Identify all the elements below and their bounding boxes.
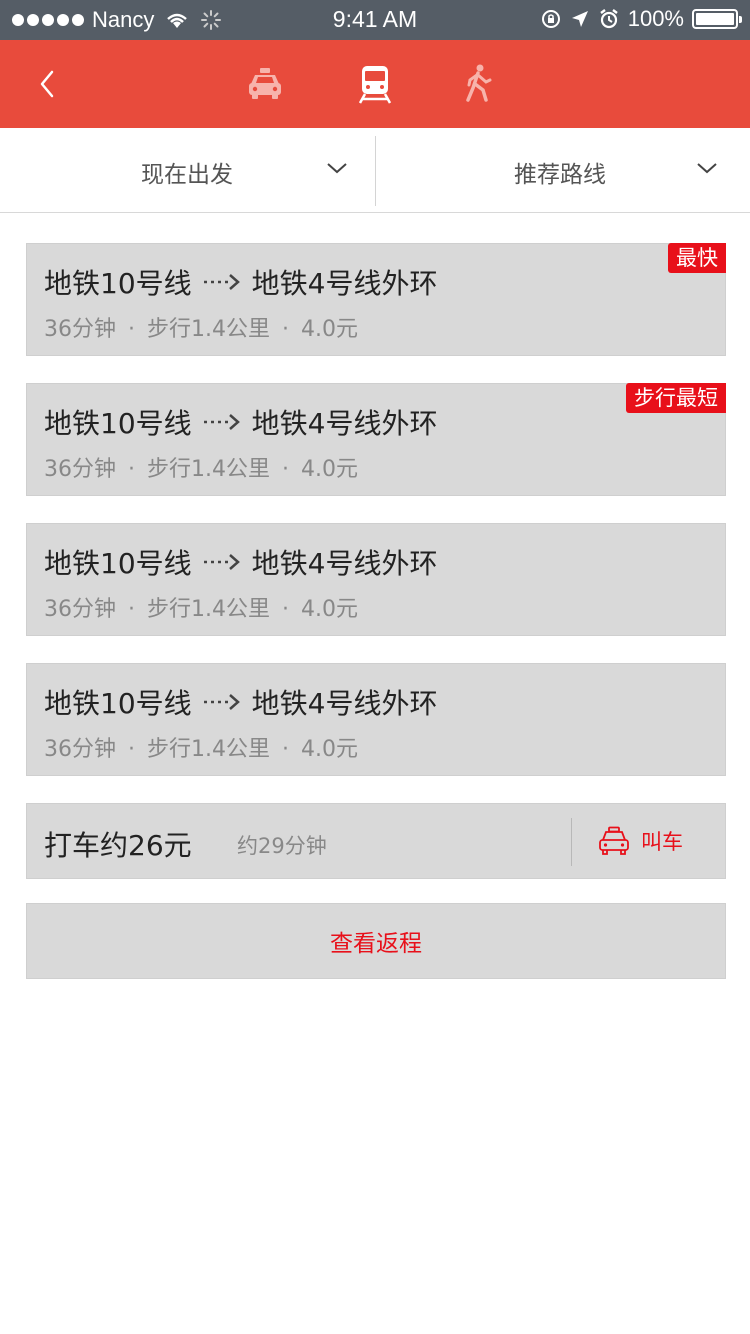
route-title: 地铁10号线 地铁4号线外环: [44, 542, 437, 582]
route-meta: 36分钟 · 步行1.4公里 · 4.0元: [44, 737, 358, 762]
route-walk: 步行1.4公里: [147, 317, 270, 342]
route-badge: 步行最短: [626, 383, 726, 413]
depart-time-dropdown[interactable]: 现在出发: [0, 128, 375, 212]
taxi-time: 约29分钟: [237, 834, 327, 858]
route-walk: 步行1.4公里: [147, 737, 270, 762]
rotation-lock-icon: [541, 10, 560, 28]
transfer-arrow-icon: [203, 274, 240, 290]
transport-mode-bar: [0, 40, 750, 128]
route-card[interactable]: 地铁10号线 地铁4号线外环 36分钟 · 步行1.4公里 · 4.0元: [26, 663, 726, 776]
route-fare: 4.0元: [301, 737, 358, 762]
taxi-option-card: 打车约26元 约29分钟 叫车: [26, 803, 726, 879]
call-taxi-label: 叫车: [641, 830, 683, 854]
status-right: 100%: [540, 6, 742, 32]
route-meta: 36分钟 · 步行1.4公里 · 4.0元: [44, 317, 358, 342]
route-card[interactable]: 地铁10号线 地铁4号线外环 36分钟 · 步行1.4公里 · 4.0元 步行最短: [26, 383, 726, 496]
route-fare: 4.0元: [301, 317, 358, 342]
transfer-arrow-icon: [203, 554, 240, 570]
alarm-clock-icon: [599, 9, 618, 29]
route-badge: 最快: [668, 243, 726, 273]
route-duration: 36分钟: [44, 737, 116, 762]
chevron-down-icon: [327, 163, 347, 174]
route-preference-label: 推荐路线: [514, 162, 606, 188]
depart-time-label: 现在出发: [141, 162, 233, 188]
taxi-icon: [599, 826, 629, 855]
route-title: 地铁10号线 地铁4号线外环: [44, 262, 437, 302]
battery-icon: [692, 9, 742, 29]
route-card[interactable]: 地铁10号线 地铁4号线外环 36分钟 · 步行1.4公里 · 4.0元: [26, 523, 726, 636]
route-to: 地铁4号线外环: [251, 407, 438, 440]
route-from: 地铁10号线: [44, 407, 192, 440]
taxi-icon[interactable]: [243, 62, 287, 106]
route-from: 地铁10号线: [44, 547, 192, 580]
route-walk: 步行1.4公里: [147, 457, 270, 482]
route-meta: 36分钟 · 步行1.4公里 · 4.0元: [44, 457, 358, 482]
call-taxi-button[interactable]: 叫车: [597, 804, 725, 878]
route-duration: 36分钟: [44, 317, 116, 342]
status-bar: Nancy 9:41 AM 100%: [0, 0, 750, 40]
transfer-arrow-icon: [203, 694, 240, 710]
route-to: 地铁4号线外环: [251, 547, 438, 580]
transfer-arrow-icon: [203, 414, 240, 430]
route-from: 地铁10号线: [44, 267, 192, 300]
taxi-price: 打车约26元: [44, 829, 192, 862]
chevron-down-icon: [697, 163, 717, 174]
route-duration: 36分钟: [44, 597, 116, 622]
route-title: 地铁10号线 地铁4号线外环: [44, 402, 437, 442]
route-card[interactable]: 地铁10号线 地铁4号线外环 36分钟 · 步行1.4公里 · 4.0元 最快: [26, 243, 726, 356]
route-preference-dropdown[interactable]: 推荐路线: [376, 128, 750, 212]
back-chevron-icon[interactable]: [30, 64, 70, 104]
route-fare: 4.0元: [301, 457, 358, 482]
taxi-divider: [571, 818, 572, 866]
route-fare: 4.0元: [301, 597, 358, 622]
route-from: 地铁10号线: [44, 687, 192, 720]
subway-icon[interactable]: [353, 62, 397, 106]
route-walk: 步行1.4公里: [147, 597, 270, 622]
route-title: 地铁10号线 地铁4号线外环: [44, 682, 437, 722]
route-duration: 36分钟: [44, 457, 116, 482]
location-arrow-icon: [571, 11, 588, 27]
route-meta: 36分钟 · 步行1.4公里 · 4.0元: [44, 597, 358, 622]
view-return-trip-button[interactable]: 查看返程: [26, 903, 726, 979]
route-to: 地铁4号线外环: [251, 687, 438, 720]
walk-icon[interactable]: [456, 62, 500, 106]
filter-bar: 现在出发 推荐路线: [0, 128, 750, 213]
route-to: 地铁4号线外环: [251, 267, 438, 300]
battery-percent: 100%: [627, 6, 684, 31]
